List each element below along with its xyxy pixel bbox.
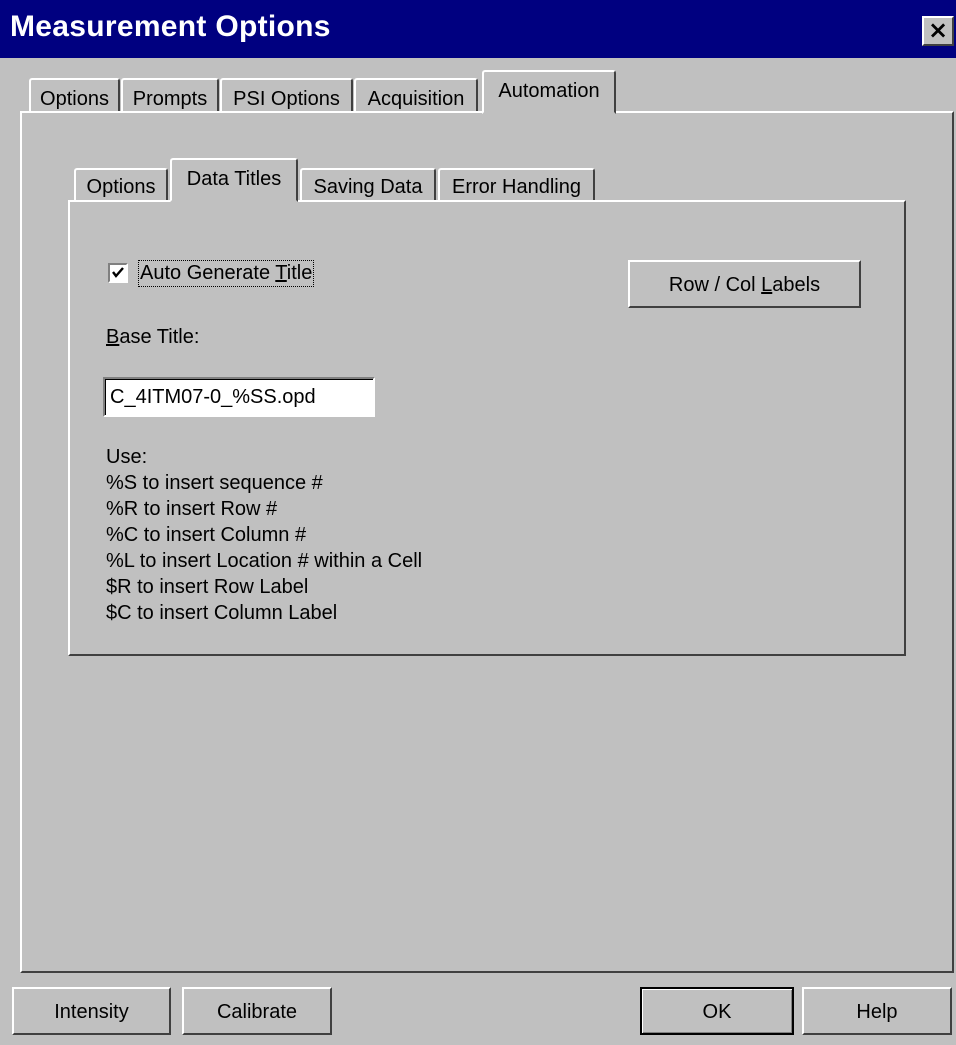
input-value: C_4ITM07-0_%SS.opd: [110, 386, 316, 408]
help-button[interactable]: Help: [802, 987, 952, 1035]
help-line: %L to insert Location # within a Cell: [106, 550, 423, 572]
checkmark-icon: [112, 267, 124, 278]
tab-options[interactable]: Options: [29, 78, 120, 114]
help-line: %C to insert Column #: [106, 524, 307, 546]
label-text: itle: [286, 262, 313, 284]
close-icon[interactable]: ×: [922, 16, 954, 46]
label-text: Auto Generate: [140, 262, 276, 284]
tab-label: Automation: [498, 80, 600, 102]
tab-label: Error Handling: [452, 176, 581, 198]
window-title: Measurement Options: [10, 10, 331, 43]
help-line: $R to insert Row Label: [106, 576, 309, 598]
base-title-label: Base Title:: [106, 326, 199, 349]
ok-button[interactable]: OK: [640, 987, 794, 1035]
tab-prompts[interactable]: Prompts: [121, 78, 219, 114]
calibrate-button[interactable]: Calibrate: [182, 987, 332, 1035]
title-bar: Measurement Options ×: [0, 0, 956, 58]
inner-tab-error-handling[interactable]: Error Handling: [438, 168, 595, 202]
tab-label: Options: [40, 88, 109, 110]
inner-tab-saving-data[interactable]: Saving Data: [300, 168, 436, 202]
label-text: ase Title:: [119, 326, 200, 348]
inner-tab-data-titles[interactable]: Data Titles: [170, 158, 298, 202]
button-label: Help: [856, 1001, 898, 1023]
row-col-labels-button[interactable]: Row / Col Labels: [628, 260, 861, 308]
inner-tab-options[interactable]: Options: [74, 168, 168, 202]
button-label: abels: [772, 274, 821, 296]
tab-automation[interactable]: Automation: [482, 70, 616, 114]
auto-generate-title-label[interactable]: Auto Generate Title: [137, 260, 315, 287]
base-title-input[interactable]: C_4ITM07-0_%SS.opd: [103, 377, 375, 417]
tab-label: Prompts: [132, 88, 208, 110]
tab-label: Acquisition: [367, 88, 465, 110]
accelerator-key: T: [275, 262, 287, 284]
intensity-button[interactable]: Intensity: [12, 987, 171, 1035]
tab-acquisition[interactable]: Acquisition: [354, 78, 478, 114]
tab-label: Options: [86, 176, 156, 198]
button-label: Row / Col: [668, 274, 762, 296]
help-text: Use: %S to insert sequence # %R to inser…: [106, 444, 422, 626]
tab-label: Saving Data: [313, 176, 423, 198]
button-label: Calibrate: [216, 1001, 298, 1023]
tab-label: Data Titles: [186, 168, 282, 190]
button-label: OK: [702, 1001, 732, 1023]
help-line: %R to insert Row #: [106, 498, 278, 520]
tab-psi-options[interactable]: PSI Options: [220, 78, 353, 114]
accelerator-key: B: [106, 326, 120, 348]
help-line: %S to insert sequence #: [106, 472, 323, 494]
tab-label: PSI Options: [233, 88, 340, 110]
help-line: $C to insert Column Label: [106, 602, 338, 624]
auto-generate-title-checkbox[interactable]: [108, 263, 128, 283]
help-line: Use:: [106, 446, 148, 468]
accelerator-key: L: [761, 274, 773, 296]
button-label: Intensity: [54, 1001, 129, 1023]
